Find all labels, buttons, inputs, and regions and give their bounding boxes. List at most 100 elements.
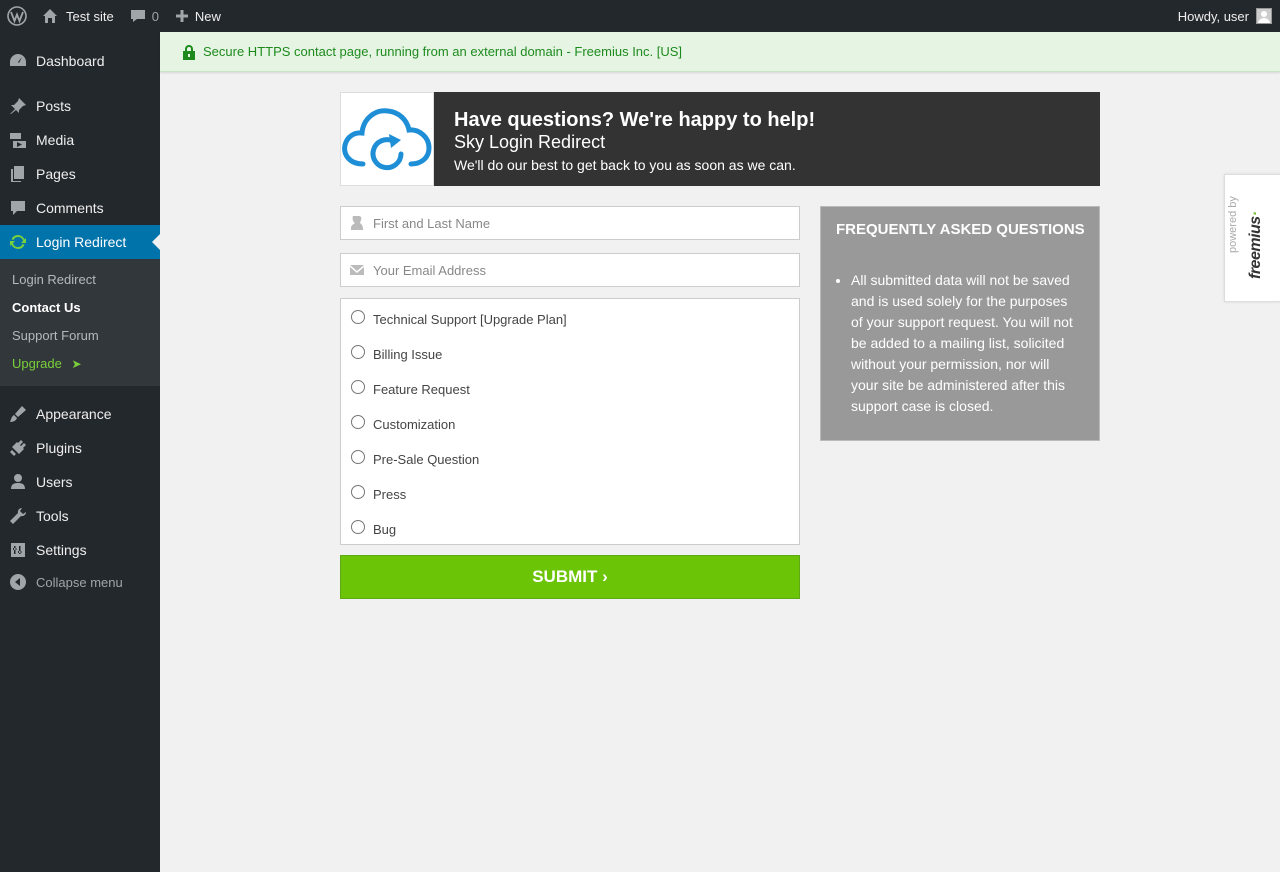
menu-media[interactable]: Media [0, 123, 160, 157]
comments-count: 0 [151, 8, 159, 24]
howdy-greeting: Howdy, user [1177, 8, 1249, 24]
menu-login-redirect[interactable]: Login Redirect [0, 225, 160, 259]
menu-dashboard[interactable]: Dashboard [0, 44, 160, 78]
menu-plugins[interactable]: Plugins [0, 431, 160, 465]
radio-button[interactable] [351, 309, 365, 324]
comment-bubble-icon [130, 8, 146, 24]
menu-label: Tools [36, 508, 69, 524]
site-name: Test site [66, 8, 114, 24]
menu-posts[interactable]: Posts [0, 89, 160, 123]
pages-icon [0, 164, 36, 184]
radio-pre-sale-question[interactable]: Pre-Sale Question [351, 449, 479, 469]
radio-button[interactable] [351, 484, 365, 499]
radio-label: Bug [373, 521, 397, 537]
menu-label: Comments [36, 200, 104, 216]
user-silhouette-icon [341, 215, 373, 231]
login-redirect-submenu: Login Redirect Contact Us Support Forum … [0, 259, 160, 386]
upgrade-label: Upgrade [12, 356, 62, 371]
radio-customization[interactable]: Customization [351, 414, 455, 434]
site-name-link[interactable]: Test site [34, 0, 122, 32]
dashboard-icon [0, 51, 36, 71]
menu-label: Users [36, 474, 73, 490]
menu-users[interactable]: Users [0, 465, 160, 499]
freemius-badge[interactable]: powered by freemius· [1224, 174, 1280, 302]
header-title: Have questions? We're happy to help! [454, 109, 816, 131]
my-account-link[interactable]: Howdy, user [1170, 0, 1280, 32]
menu-label: Media [36, 132, 75, 148]
menu-settings[interactable]: Settings [0, 533, 160, 567]
brush-icon [0, 404, 36, 424]
menu-label: Dashboard [36, 53, 105, 69]
collapse-label: Collapse menu [36, 574, 123, 590]
collapse-icon [0, 573, 36, 591]
header-subtitle: We'll do our best to get back to you as … [454, 157, 796, 173]
https-notice: Secure HTTPS contact page, running from … [160, 32, 1280, 72]
freemius-brand-text: freemius [1247, 216, 1264, 279]
menu-label: Settings [36, 542, 87, 558]
arrow-right-icon: ➤ [71, 357, 82, 371]
powered-by-label: powered by [1227, 196, 1239, 253]
menu-label: Posts [36, 98, 72, 114]
faq-item: All submitted data will not be saved and… [851, 270, 1073, 417]
radio-button[interactable] [351, 414, 365, 429]
menu-comments[interactable]: Comments [0, 191, 160, 225]
menu-appearance[interactable]: Appearance [0, 397, 160, 431]
radio-label: Technical Support [Upgrade Plan] [373, 311, 567, 327]
freemius-logo: freemius· [1247, 211, 1265, 279]
menu-label: Pages [36, 166, 76, 182]
email-field[interactable] [340, 253, 800, 287]
name-input[interactable] [373, 215, 793, 231]
radio-label: Customization [373, 416, 456, 432]
submenu-support-forum[interactable]: Support Forum [12, 328, 99, 343]
email-input[interactable] [373, 262, 793, 278]
submenu-upgrade[interactable]: Upgrade ➤ [12, 356, 82, 371]
comments-link[interactable]: 0 [122, 0, 167, 32]
menu-label: Appearance [36, 406, 112, 422]
radio-label: Press [373, 486, 407, 502]
submenu-contact-us[interactable]: Contact Us [12, 300, 81, 315]
radio-feature-request[interactable]: Feature Request [351, 379, 470, 399]
envelope-icon [341, 262, 373, 278]
radio-press[interactable]: Press [351, 484, 406, 504]
plus-icon [175, 9, 189, 23]
radio-label: Feature Request [373, 381, 470, 397]
plugin-name: Sky Login Redirect [454, 132, 606, 152]
radio-billing-issue[interactable]: Billing Issue [351, 344, 442, 364]
new-label: New [194, 8, 221, 24]
collapse-menu-button[interactable]: Collapse menu [0, 565, 160, 599]
user-icon [0, 472, 36, 492]
media-icon [0, 130, 36, 150]
radio-button[interactable] [351, 519, 365, 534]
wordpress-logo-icon[interactable] [0, 0, 34, 32]
menu-label: Plugins [36, 440, 82, 456]
radio-bug[interactable]: Bug [351, 519, 396, 539]
faq-panel: FREQUENTLY ASKED QUESTIONS All submitted… [820, 206, 1100, 441]
cloud-refresh-icon [341, 104, 433, 174]
freemius-dot-icon: · [1247, 211, 1264, 217]
admin-bar: Test site 0 New Howdy, user [0, 0, 1280, 32]
radio-technical-support[interactable]: Technical Support [Upgrade Plan] [351, 309, 567, 329]
radio-label: Pre-Sale Question [373, 451, 480, 467]
request-type-group: Technical Support [Upgrade Plan] Billing… [340, 298, 800, 545]
menu-pages[interactable]: Pages [0, 157, 160, 191]
submit-button[interactable]: SUBMIT › [340, 555, 800, 599]
settings-icon [0, 540, 36, 560]
radio-button[interactable] [351, 379, 365, 394]
plug-icon [0, 438, 36, 458]
new-content-link[interactable]: New [167, 0, 229, 32]
faq-title: FREQUENTLY ASKED QUESTIONS [836, 221, 1085, 238]
refresh-icon [0, 232, 36, 252]
wrench-icon [0, 506, 36, 526]
pin-icon [0, 96, 36, 116]
radio-button[interactable] [351, 344, 365, 359]
radio-button[interactable] [351, 449, 365, 464]
comment-icon [0, 198, 36, 218]
menu-tools[interactable]: Tools [0, 499, 160, 533]
menu-label: Login Redirect [36, 234, 127, 250]
submenu-login-redirect[interactable]: Login Redirect [12, 272, 96, 287]
name-field[interactable] [340, 206, 800, 240]
avatar [1256, 8, 1272, 24]
faq-list: All submitted data will not be saved and… [851, 270, 1073, 417]
plugin-logo [340, 92, 434, 186]
notice-text: Secure HTTPS contact page, running from … [203, 44, 683, 59]
